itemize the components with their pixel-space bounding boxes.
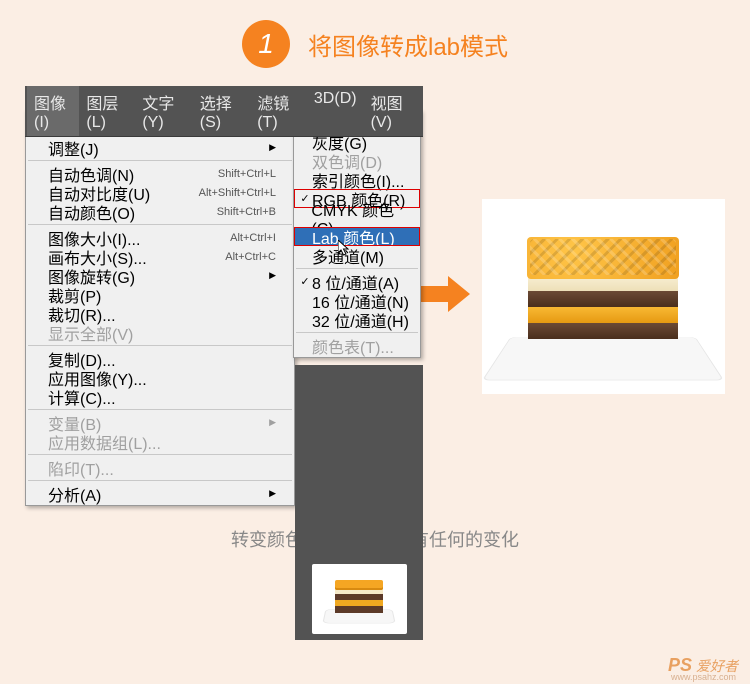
menu-shortcut: Alt+Shift+Ctrl+L [199,187,276,199]
menu-item[interactable]: 计算(C)... [26,387,294,406]
image-thumbnail [312,564,407,634]
menubar-item[interactable]: 图像(I) [27,86,79,136]
menubar-item[interactable]: 滤镜(T) [250,86,307,136]
menu-item[interactable]: 自动颜色(O) Shift+Ctrl+B [26,202,294,221]
menu-item-label: 分析(A) [48,482,101,506]
submenu-arrow-icon: ▶ [269,142,276,153]
menubar: 图像(I)图层(L)文字(Y)选择(S)滤镜(T)3D(D)视图(V) [25,86,423,137]
menu-item: 显示全部(V) [26,323,294,342]
photoshop-screenshot: 图像(I)图层(L)文字(Y)选择(S)滤镜(T)3D(D)视图(V) 模式(M… [25,86,412,506]
step-title: 将图像转成lab模式 [308,27,508,62]
menu-item-label: 显示全部(V) [48,321,133,345]
menu-item-label: 自动颜色(O) [48,200,135,224]
step-number-badge: 1 [242,20,290,68]
check-icon: ✓ [298,192,312,205]
menu-item-label: 应用数据组(L)... [48,430,161,454]
submenu-item: 颜色表(T)... [294,336,420,355]
arrow-icon [420,276,470,317]
image-menu: 模式(M)▶调整(J)▶自动色调(N)Shift+Ctrl+L自动对比度(U)A… [25,109,295,506]
submenu-item-label: 多通道(M) [312,244,384,268]
menu-item[interactable]: 调整(J) ▶ [26,138,294,157]
submenu-item-label: 颜色表(T)... [312,334,394,358]
submenu-item[interactable]: 32 位/通道(H) [294,310,420,329]
menubar-item[interactable]: 图层(L) [79,86,135,136]
menu-shortcut: Alt+Ctrl+C [225,251,276,263]
check-icon: ✓ [298,275,312,288]
menu-shortcut: Shift+Ctrl+B [217,206,276,218]
result-image [482,199,725,394]
menubar-item[interactable]: 3D(D) [307,86,364,136]
menu-item: 陷印(T)... [26,458,294,477]
menu-item-label: 调整(J) [48,136,99,160]
submenu-item-label: 32 位/通道(H) [312,308,409,332]
editor-background [295,365,423,640]
submenu-arrow-icon: ▶ [269,417,276,428]
menu-item[interactable]: 分析(A) ▶ [26,484,294,503]
menu-shortcut: Alt+Ctrl+I [230,232,276,244]
menubar-item[interactable]: 选择(S) [193,86,250,136]
menu-item: 应用数据组(L)... [26,432,294,451]
menu-item-label: 计算(C)... [48,385,116,409]
submenu-arrow-icon: ▶ [269,488,276,499]
menubar-item[interactable]: 视图(V) [364,86,421,136]
menu-item-label: 陷印(T)... [48,456,114,480]
submenu-item[interactable]: 多通道(M) [294,246,420,265]
submenu-arrow-icon: ▶ [269,270,276,281]
watermark-url: www.psahz.com [671,672,736,682]
menubar-item[interactable]: 文字(Y) [135,86,192,136]
menu-shortcut: Shift+Ctrl+L [218,168,276,180]
mode-submenu: 位图(B)灰度(G)双色调(D)索引颜色(I)...✓RGB 颜色(R)CMYK… [293,110,421,358]
